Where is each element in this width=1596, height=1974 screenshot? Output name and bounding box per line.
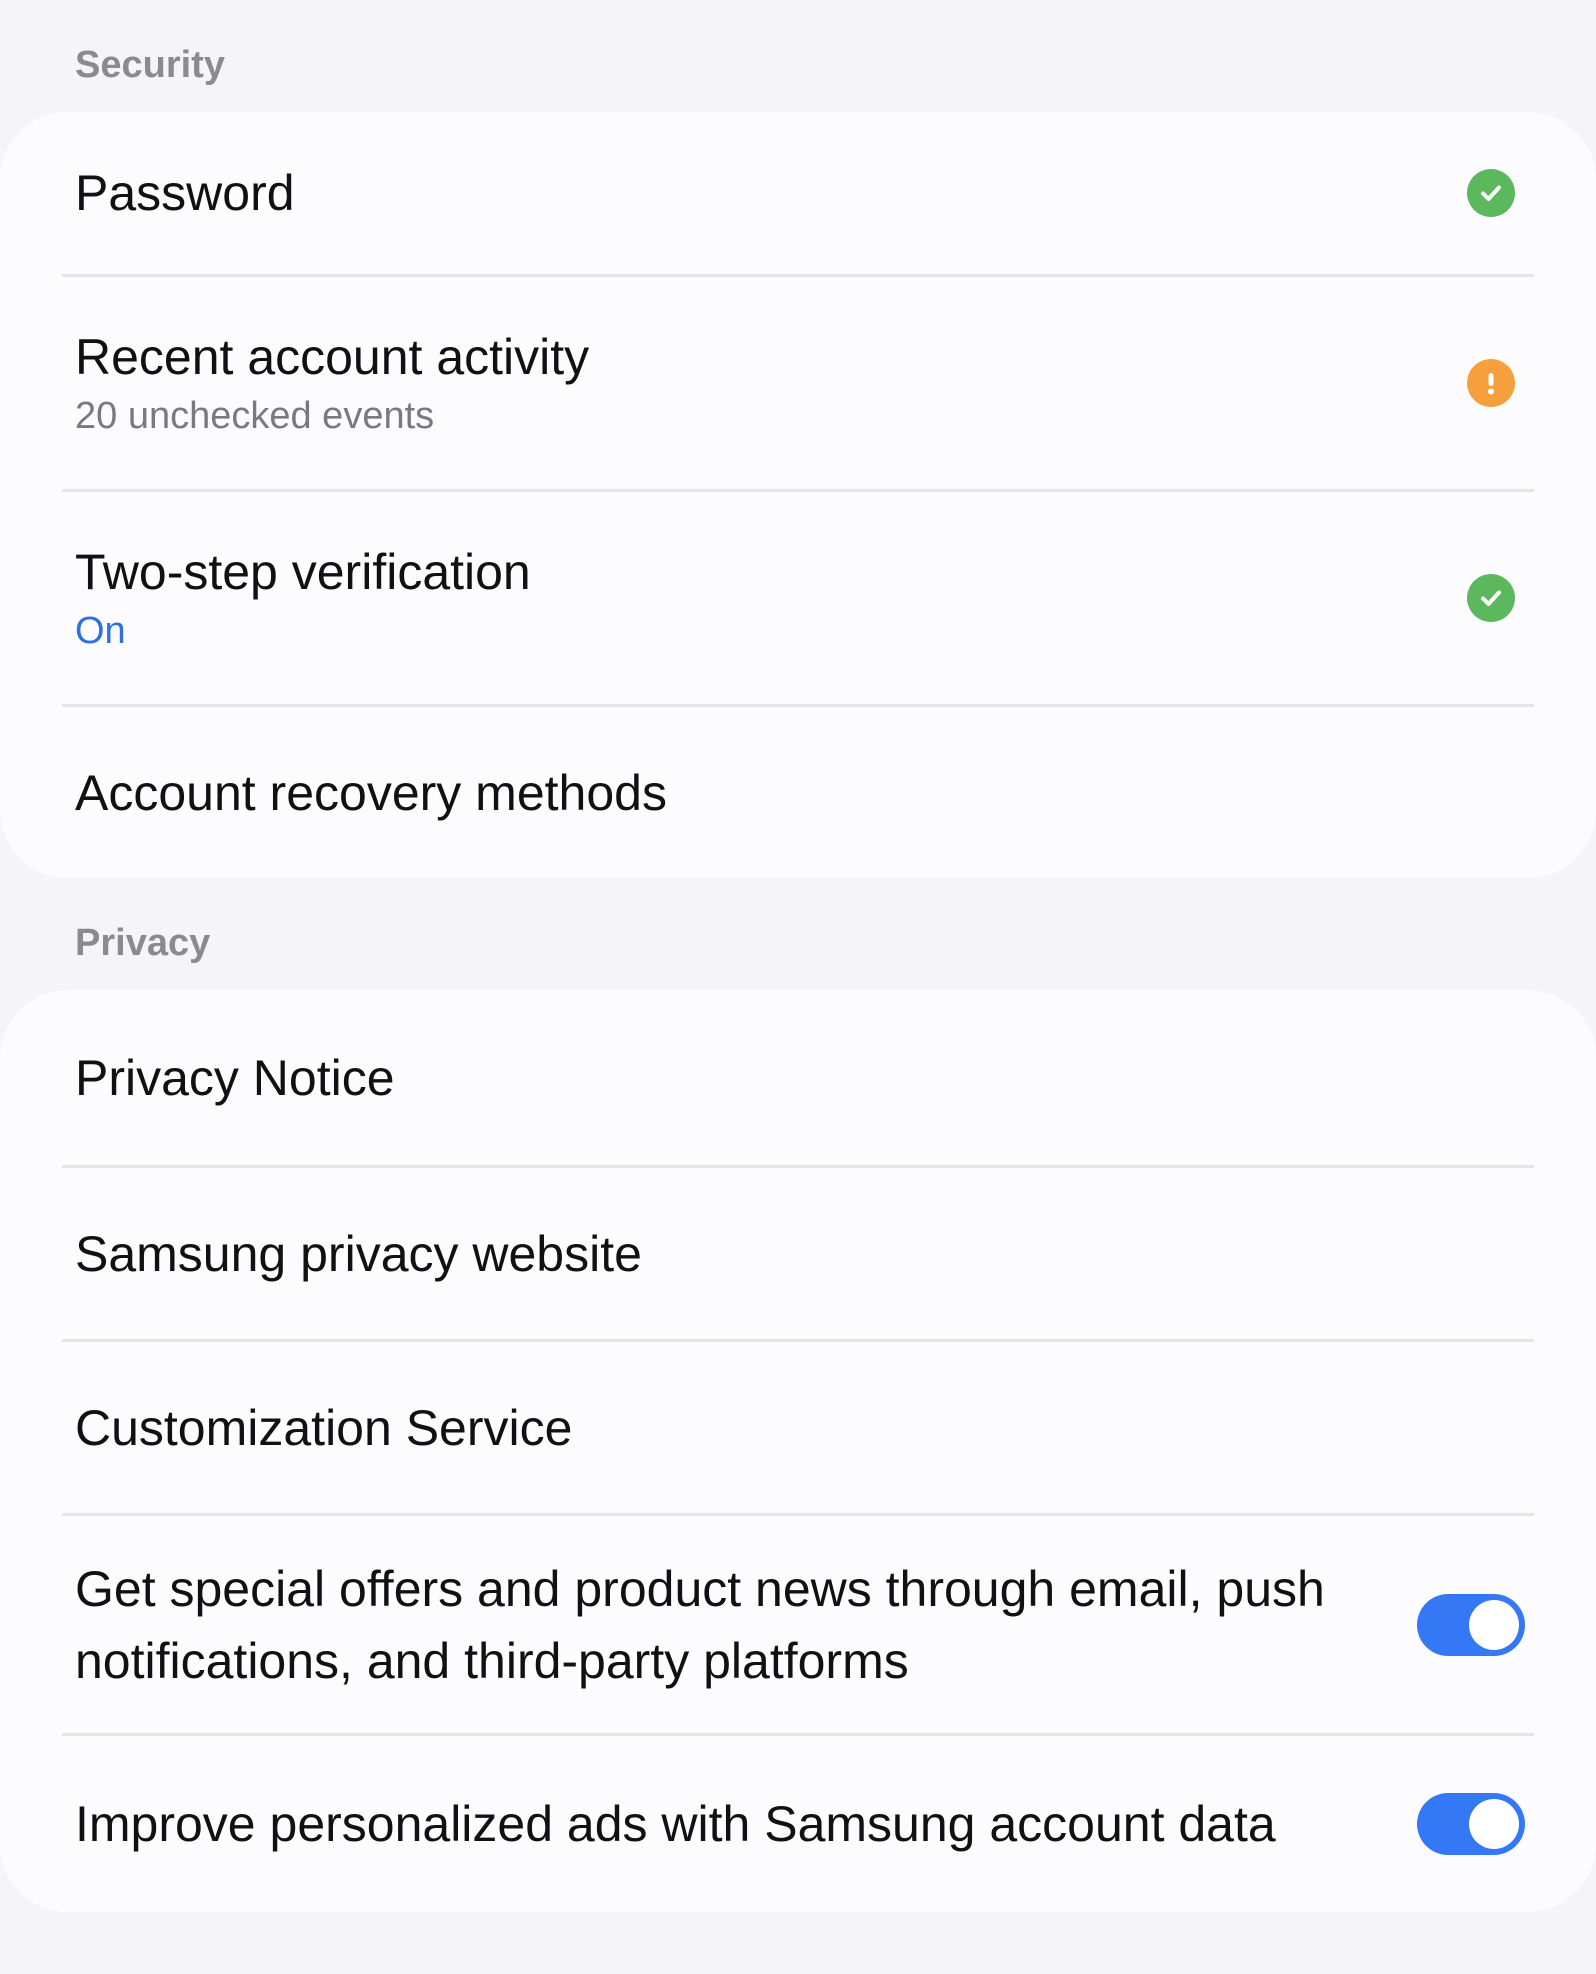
security-card: Password Recent account activity 20 unch… bbox=[0, 112, 1596, 878]
samsung-privacy-website-item[interactable]: Samsung privacy website bbox=[0, 1168, 1596, 1339]
account-recovery-title: Account recovery methods bbox=[75, 764, 667, 821]
security-section-header: Security bbox=[75, 44, 225, 86]
privacy-section-header: Privacy bbox=[75, 922, 211, 964]
privacy-notice-title: Privacy Notice bbox=[75, 1049, 395, 1106]
account-recovery-methods-item[interactable]: Account recovery methods bbox=[0, 707, 1596, 878]
customization-service-item[interactable]: Customization Service bbox=[0, 1342, 1596, 1513]
toggle-knob bbox=[1469, 1799, 1519, 1849]
password-title: Password bbox=[75, 165, 295, 221]
special-offers-toggle[interactable] bbox=[1417, 1593, 1525, 1656]
privacy-notice-item[interactable]: Privacy Notice bbox=[0, 990, 1596, 1165]
two-step-verification-item[interactable]: Two-step verification On bbox=[0, 492, 1596, 704]
special-offers-title: Get special offers and product news thro… bbox=[75, 1560, 1325, 1689]
personalized-ads-item[interactable]: Improve personalized ads with Samsung ac… bbox=[0, 1736, 1596, 1912]
privacy-website-title: Samsung privacy website bbox=[75, 1225, 642, 1282]
recent-activity-title: Recent account activity bbox=[75, 329, 590, 385]
personalized-ads-title: Improve personalized ads with Samsung ac… bbox=[75, 1796, 1276, 1852]
check-circle-icon bbox=[1467, 169, 1515, 217]
special-offers-item[interactable]: Get special offers and product news thro… bbox=[0, 1516, 1596, 1733]
privacy-card: Privacy Notice Samsung privacy website C… bbox=[0, 990, 1596, 1912]
recent-activity-subtitle: 20 unchecked events bbox=[75, 395, 435, 437]
toggle-knob bbox=[1469, 1599, 1519, 1650]
personalized-ads-toggle[interactable] bbox=[1417, 1793, 1525, 1855]
recent-account-activity-item[interactable]: Recent account activity 20 unchecked eve… bbox=[0, 277, 1596, 489]
settings-page: Security Password Recent account activit… bbox=[0, 0, 1596, 1974]
customization-service-title: Customization Service bbox=[75, 1399, 573, 1456]
warning-circle-icon bbox=[1467, 359, 1515, 407]
check-circle-icon bbox=[1467, 574, 1515, 622]
password-item[interactable]: Password bbox=[0, 112, 1596, 274]
two-step-title: Two-step verification bbox=[75, 544, 531, 600]
two-step-status: On bbox=[75, 610, 126, 652]
